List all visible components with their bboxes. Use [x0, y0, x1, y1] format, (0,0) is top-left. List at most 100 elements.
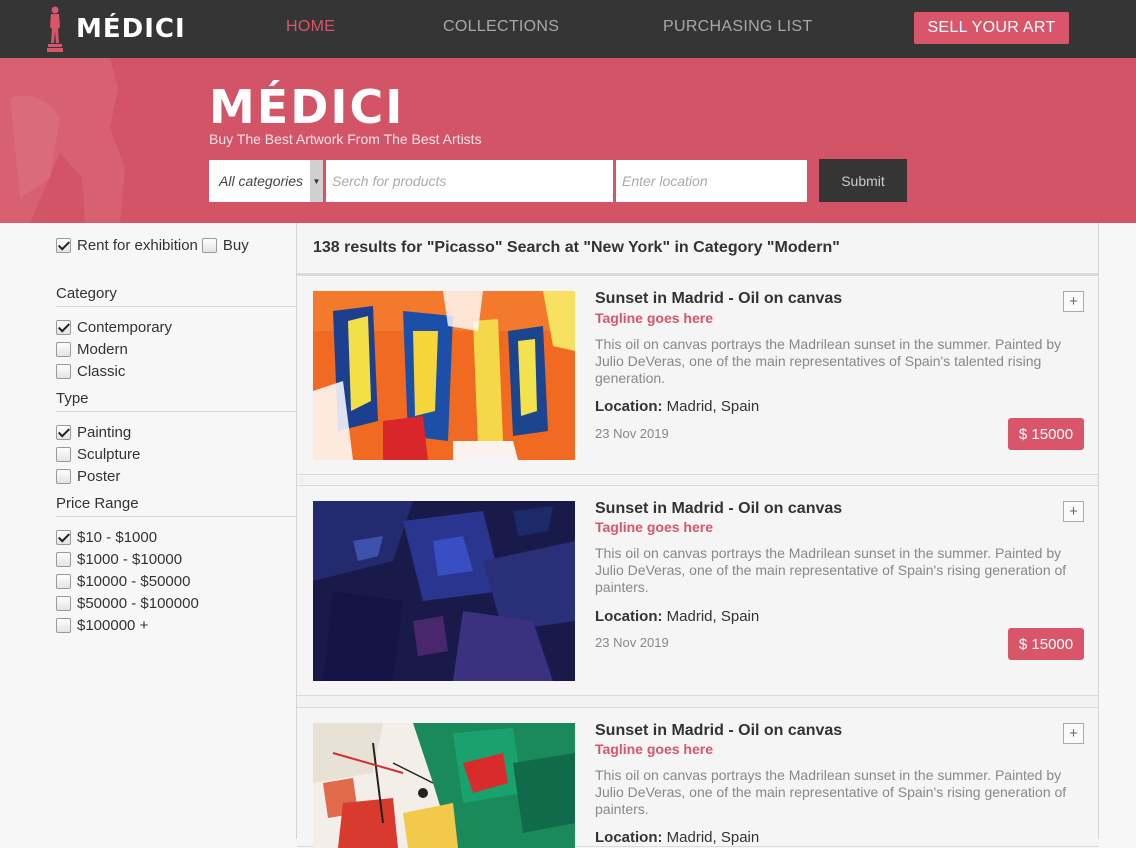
filter-label: Contemporary [77, 318, 173, 336]
product-search-input[interactable] [326, 160, 613, 202]
filter-label: $1000 - $10000 [77, 550, 183, 568]
filter-label: Modern [77, 340, 128, 358]
checkbox-checked[interactable] [56, 319, 71, 335]
artwork-location: Location: Madrid, Spain [595, 608, 759, 625]
artwork-card: Sunset in Madrid - Oil on canvas Tagline… [297, 707, 1098, 848]
artwork-location: Location: Madrid, Spain [595, 829, 759, 846]
buy-filter[interactable]: Buy [201, 234, 249, 256]
checkbox-checked[interactable] [56, 424, 71, 440]
location-value: Madrid, Spain [666, 608, 760, 625]
artwork-card: Sunset in Madrid - Oil on canvas Tagline… [297, 485, 1098, 696]
brand-logo[interactable]: MÉDICI [44, 3, 186, 55]
artwork-card: Sunset in Madrid - Oil on canvas Tagline… [297, 275, 1098, 475]
location-label: Location: [595, 398, 663, 415]
filter-label: $10 - $1000 [77, 528, 158, 546]
type-section-title: Type [56, 390, 296, 412]
nav-collections-link[interactable]: COLLECTIONS [443, 18, 559, 36]
filter-price-50000-100000[interactable]: $50000 - $100000 [56, 592, 199, 614]
checkbox[interactable] [56, 468, 71, 484]
artwork-tagline: Tagline goes here [595, 519, 713, 535]
price-button[interactable]: $ 15000 [1008, 418, 1084, 450]
filter-price-1000-10000[interactable]: $1000 - $10000 [56, 548, 199, 570]
checkbox-checked[interactable] [56, 237, 71, 253]
checkbox-checked[interactable] [56, 529, 71, 545]
artwork-description: This oil on canvas portrays the Madrilea… [595, 545, 1067, 595]
artwork-title[interactable]: Sunset in Madrid - Oil on canvas [595, 722, 842, 740]
artwork-date: 23 Nov 2019 [595, 635, 669, 650]
price-range-section-title: Price Range [56, 495, 296, 517]
hero-banner: MÉDICI Buy The Best Artwork From The Bes… [0, 58, 1136, 223]
checkbox[interactable] [56, 363, 71, 379]
filter-price-100000-plus[interactable]: $100000 + [56, 614, 199, 636]
filter-label: Painting [77, 423, 132, 441]
filter-label: Rent for exhibition [77, 236, 198, 254]
category-filter-list: Contemporary Modern Classic [56, 316, 172, 382]
location-label: Location: [595, 608, 663, 625]
checkbox[interactable] [56, 446, 71, 462]
artwork-title[interactable]: Sunset in Madrid - Oil on canvas [595, 500, 842, 518]
category-select-value: All categories [219, 173, 304, 189]
results-summary: 138 results for "Picasso" Search at "New… [297, 223, 1098, 275]
location-input[interactable] [616, 160, 807, 202]
filter-label: Sculpture [77, 445, 141, 463]
location-value: Madrid, Spain [666, 829, 760, 846]
add-to-list-button[interactable]: + [1063, 501, 1084, 522]
filter-label: $100000 + [77, 616, 149, 634]
filter-label: Classic [77, 362, 126, 380]
filter-label: Poster [77, 467, 121, 485]
filter-classic[interactable]: Classic [56, 360, 172, 382]
artwork-image[interactable] [313, 291, 575, 460]
filter-label: $10000 - $50000 [77, 572, 191, 590]
checkbox[interactable] [56, 341, 71, 357]
price-button[interactable]: $ 15000 [1008, 628, 1084, 660]
artwork-image[interactable] [313, 501, 575, 681]
filter-contemporary[interactable]: Contemporary [56, 316, 172, 338]
add-to-list-button[interactable]: + [1063, 291, 1084, 312]
artwork-location: Location: Madrid, Spain [595, 398, 759, 415]
artwork-thumbnail [313, 501, 575, 681]
artwork-description: This oil on canvas portrays the Madrilea… [595, 767, 1067, 817]
filter-sculpture[interactable]: Sculpture [56, 443, 140, 465]
checkbox[interactable] [56, 595, 71, 611]
statue-logo-icon [47, 6, 63, 52]
checkbox[interactable] [56, 573, 71, 589]
price-filter-list: $10 - $1000 $1000 - $10000 $10000 - $500… [56, 526, 199, 636]
artwork-date: 23 Nov 2019 [595, 426, 669, 441]
filter-price-10-1000[interactable]: $10 - $1000 [56, 526, 199, 548]
sell-your-art-button[interactable]: SELL YOUR ART [914, 12, 1069, 44]
checkbox[interactable] [56, 551, 71, 567]
artwork-thumbnail [313, 291, 575, 460]
artwork-tagline: Tagline goes here [595, 741, 713, 757]
artwork-title[interactable]: Sunset in Madrid - Oil on canvas [595, 290, 842, 308]
artwork-tagline: Tagline goes here [595, 310, 713, 326]
filter-price-10000-50000[interactable]: $10000 - $50000 [56, 570, 199, 592]
artwork-description: This oil on canvas portrays the Madrilea… [595, 336, 1062, 386]
filter-label: Buy [222, 236, 249, 254]
artwork-thumbnail [313, 723, 575, 848]
listing-mode-filters: Rent for exhibition Buy [56, 234, 253, 256]
hero-title: MÉDICI [209, 80, 405, 134]
results-panel: 138 results for "Picasso" Search at "New… [296, 223, 1099, 848]
brand-name: MÉDICI [76, 14, 186, 44]
submit-button[interactable]: Submit [819, 159, 907, 202]
filter-modern[interactable]: Modern [56, 338, 172, 360]
caret-down-icon[interactable]: ▼ [310, 160, 323, 202]
checkbox[interactable] [56, 617, 71, 633]
category-select[interactable]: All categories ▼ [209, 160, 323, 202]
filter-painting[interactable]: Painting [56, 421, 140, 443]
nav-purchasing-list-link[interactable]: PURCHASING LIST [663, 18, 812, 36]
location-value: Madrid, Spain [666, 398, 760, 415]
nav-home-link[interactable]: HOME [286, 18, 335, 36]
add-to-list-button[interactable]: + [1063, 723, 1084, 744]
rent-for-exhibition-filter[interactable]: Rent for exhibition [56, 234, 198, 256]
type-filter-list: Painting Sculpture Poster [56, 421, 140, 487]
hero-subtitle: Buy The Best Artwork From The Best Artis… [209, 131, 482, 147]
statue-silhouette-decoration [0, 58, 125, 223]
location-label: Location: [595, 829, 663, 846]
top-navbar: MÉDICI HOME COLLECTIONS PURCHASING LIST … [0, 0, 1136, 58]
checkbox[interactable] [201, 237, 217, 253]
filter-poster[interactable]: Poster [56, 465, 140, 487]
artwork-image[interactable] [313, 723, 575, 848]
filter-label: $50000 - $100000 [77, 594, 199, 612]
category-section-title: Category [56, 285, 296, 307]
